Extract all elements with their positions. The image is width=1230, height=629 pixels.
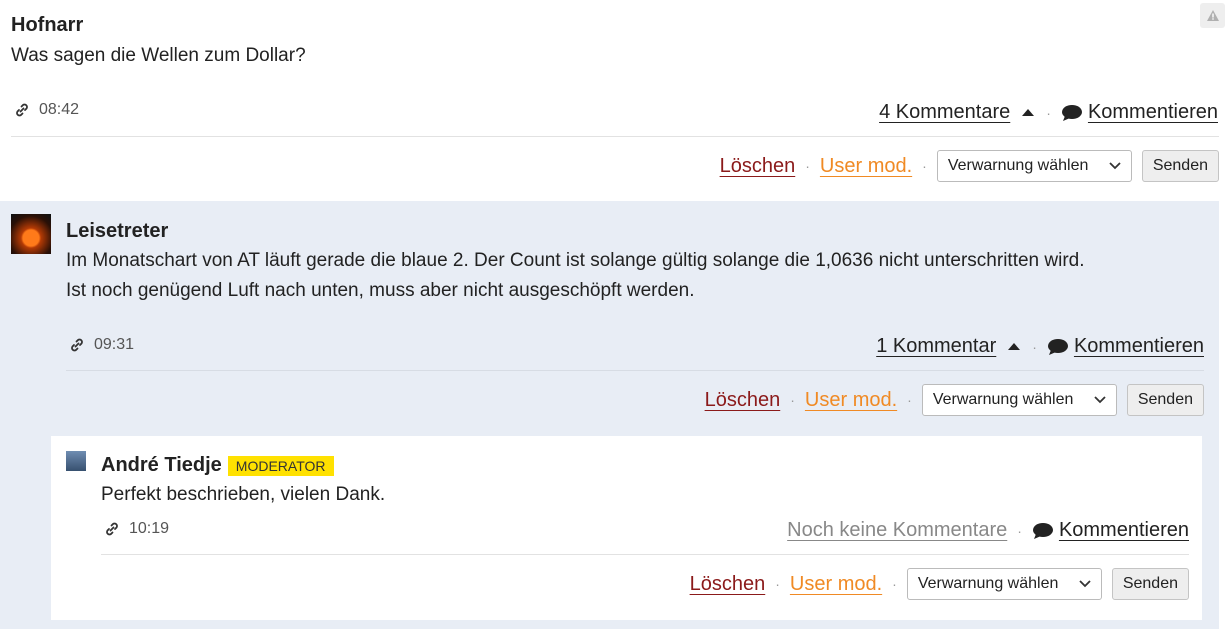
permalink[interactable]: 09:31 [68, 336, 134, 354]
separator: · [1017, 522, 1022, 539]
chevron-down-icon [1109, 162, 1121, 170]
moderation-row: Löschen · User mod. · Verwarnung wählen … [690, 568, 1189, 600]
separator: · [790, 392, 795, 408]
separator: · [907, 392, 912, 408]
warning-select[interactable]: Verwarnung wählen [921, 384, 1117, 416]
separator: · [775, 576, 780, 592]
delete-link[interactable]: Löschen [690, 573, 766, 596]
reply-label: Kommentieren [1073, 335, 1204, 357]
delete-link[interactable]: Löschen [720, 155, 796, 178]
caret-up-icon[interactable] [1022, 109, 1035, 116]
permalink[interactable]: 08:42 [13, 101, 79, 119]
separator: · [805, 158, 810, 174]
send-button[interactable]: Senden [1141, 150, 1219, 182]
reply-label: Kommentieren [1087, 101, 1218, 123]
user-mod-link[interactable]: User mod. [820, 155, 912, 178]
warning-select-value: Verwarnung wählen [932, 391, 1074, 408]
report-button[interactable] [1200, 3, 1225, 28]
comment-actions: 1 Kommentar · Kommentieren [876, 335, 1204, 358]
separator: · [1046, 104, 1051, 121]
reply-label: Kommentieren [1058, 519, 1189, 541]
separator: · [1032, 338, 1037, 355]
divider [101, 554, 1189, 555]
moderation-row: Löschen · User mod. · Verwarnung wählen … [720, 150, 1219, 182]
comment-actions: Noch keine Kommentare · Kommentieren [787, 519, 1189, 542]
reply-button[interactable]: Kommentieren [1061, 101, 1218, 124]
speech-bubble-icon [1047, 338, 1068, 355]
warning-select[interactable]: Verwarnung wählen [936, 150, 1132, 182]
permalink[interactable]: 10:19 [103, 520, 169, 538]
reply-button[interactable]: Kommentieren [1047, 335, 1204, 358]
separator: · [892, 576, 897, 592]
comments-count-link[interactable]: 4 Kommentare [879, 101, 1010, 124]
chevron-down-icon [1094, 396, 1106, 404]
moderator-badge: MODERATOR [227, 455, 334, 476]
comment-time: 10:19 [129, 520, 170, 537]
comment-time: 09:31 [94, 336, 135, 353]
comment-author[interactable]: Leisetreter [66, 220, 168, 243]
moderation-row: Löschen · User mod. · Verwarnung wählen … [705, 384, 1204, 416]
link-icon [106, 522, 118, 536]
warning-select-value: Verwarnung wählen [917, 575, 1059, 592]
divider [66, 370, 1204, 371]
delete-link[interactable]: Löschen [705, 389, 781, 412]
comment-author-row: André Tiedje MODERATOR [101, 454, 334, 477]
comment-text-line1: Im Monatschart von AT läuft gerade die b… [66, 250, 1085, 271]
divider [11, 136, 1219, 137]
user-mod-link[interactable]: User mod. [805, 389, 897, 412]
comment-text: Was sagen die Wellen zum Dollar? [11, 45, 306, 66]
comment-actions: 4 Kommentare · Kommentieren [879, 101, 1218, 124]
comment-text-line2: Ist noch genügend Luft nach unten, muss … [66, 280, 695, 301]
comments-count-link[interactable]: 1 Kommentar [876, 335, 996, 358]
warning-select-value: Verwarnung wählen [947, 157, 1089, 174]
reply-button[interactable]: Kommentieren [1032, 519, 1189, 542]
link-icon [16, 103, 28, 117]
warning-select[interactable]: Verwarnung wählen [906, 568, 1102, 600]
send-button[interactable]: Senden [1111, 568, 1189, 600]
link-icon [71, 338, 83, 352]
speech-bubble-icon [1061, 104, 1082, 121]
comment-author[interactable]: Hofnarr [11, 14, 83, 37]
send-button[interactable]: Senden [1126, 384, 1204, 416]
comment-author[interactable]: André Tiedje [101, 454, 222, 477]
avatar[interactable] [11, 214, 51, 254]
caret-up-icon[interactable] [1008, 343, 1021, 350]
warning-icon [1206, 10, 1219, 21]
comments-count-link[interactable]: Noch keine Kommentare [787, 519, 1007, 542]
avatar[interactable] [66, 451, 86, 471]
comment-text: Perfekt beschrieben, vielen Dank. [101, 484, 386, 505]
user-mod-link[interactable]: User mod. [790, 573, 882, 596]
separator: · [922, 158, 927, 174]
chevron-down-icon [1079, 580, 1091, 588]
comment-hofnarr: Hofnarr Was sagen die Wellen zum Dollar?… [0, 0, 1230, 200]
comment-time: 08:42 [39, 101, 80, 118]
speech-bubble-icon [1032, 522, 1053, 539]
